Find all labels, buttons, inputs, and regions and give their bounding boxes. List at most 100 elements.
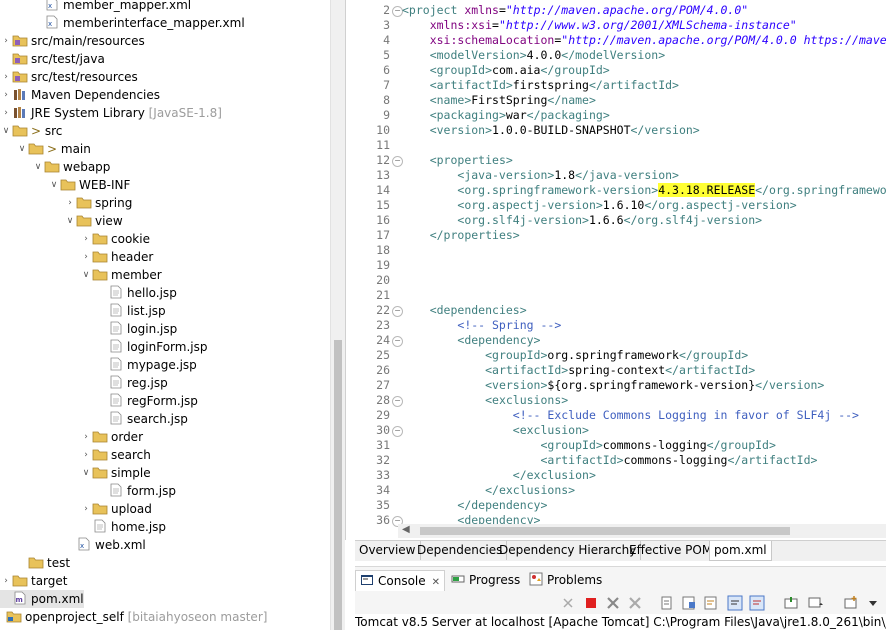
tree-item-pom-xml[interactable]: m pom.xml xyxy=(0,590,84,608)
tree-item-upload[interactable]: › upload xyxy=(80,500,152,518)
explorer-vertical-scrollbar[interactable] xyxy=(330,0,345,630)
expanded-twisty-icon[interactable]: ∨ xyxy=(80,464,92,482)
collapsed-twisty-icon[interactable]: › xyxy=(0,68,12,86)
code-line[interactable]: <packaging>war</packaging> xyxy=(402,108,610,123)
remove-launch-icon[interactable] xyxy=(560,595,576,611)
tree-item-hello-jsp[interactable]: hello.jsp xyxy=(96,284,177,302)
console-dropdown-icon[interactable] xyxy=(865,595,881,611)
code-line[interactable]: </exclusions> xyxy=(402,483,575,498)
close-tab-icon[interactable]: ✕ xyxy=(432,577,440,588)
view-tab-progress[interactable]: Progress xyxy=(447,570,524,590)
tree-item-web-inf[interactable]: ∨ WEB-INF xyxy=(48,176,131,194)
code-line[interactable]: <org.aspectj-version>1.6.10</org.aspectj… xyxy=(402,198,796,213)
editor-tab-pom-xml[interactable]: pom.xml xyxy=(709,541,772,561)
tree-item-loginform-jsp[interactable]: loginForm.jsp xyxy=(96,338,207,356)
tree-item-home-jsp[interactable]: home.jsp xyxy=(80,518,166,536)
code-line[interactable]: <dependency> xyxy=(402,333,540,348)
collapsed-twisty-icon[interactable]: › xyxy=(0,86,12,104)
tree-item-test[interactable]: test xyxy=(16,554,70,572)
tree-item-jre-system-library[interactable]: › JRE System Library [JavaSE-1.8] xyxy=(0,104,222,122)
code-line[interactable]: <java-version>1.8</java-version> xyxy=(402,168,679,183)
show-console-on-stderr-icon[interactable] xyxy=(749,595,765,611)
view-tab-problems[interactable]: Problems xyxy=(525,570,606,590)
expanded-twisty-icon[interactable]: ∨ xyxy=(16,140,28,158)
collapsed-twisty-icon[interactable]: › xyxy=(0,104,12,122)
open-console-icon[interactable] xyxy=(843,595,859,611)
tree-item-list-jsp[interactable]: list.jsp xyxy=(96,302,166,320)
tree-item-src-test-java[interactable]: src/test/java xyxy=(0,50,105,68)
editor-horizontal-scrollbar[interactable]: ◀ xyxy=(398,524,886,538)
code-line[interactable]: <name>FirstSpring</name> xyxy=(402,93,596,108)
clear-console-icon[interactable] xyxy=(659,595,675,611)
tree-item-reg-jsp[interactable]: reg.jsp xyxy=(96,374,168,392)
editor-scrollbar-thumb[interactable] xyxy=(420,527,790,535)
tree-item-regform-jsp[interactable]: regForm.jsp xyxy=(96,392,198,410)
code-line[interactable]: <artifactId>commons-logging</artifactId> xyxy=(402,453,817,468)
tree-item-src-main-resources[interactable]: › src/main/resources xyxy=(0,32,145,50)
collapsed-twisty-icon[interactable]: › xyxy=(80,428,92,446)
tree-item-search[interactable]: › search xyxy=(80,446,151,464)
tree-item-memberinterface-mapper-xml[interactable]: x memberinterface_mapper.xml xyxy=(32,14,245,32)
tree-item-view[interactable]: ∨ view xyxy=(64,212,123,230)
expanded-twisty-icon[interactable]: ∨ xyxy=(32,158,44,176)
remove-all-terminated-icon[interactable] xyxy=(627,595,643,611)
scroll-lock-icon[interactable] xyxy=(681,595,697,611)
code-line[interactable]: <exclusions> xyxy=(402,393,568,408)
expanded-twisty-icon[interactable]: ∨ xyxy=(64,212,76,230)
tree-item-main[interactable]: ∨ > main xyxy=(16,140,91,158)
editor-tab-dependencies[interactable]: Dependencies xyxy=(413,541,508,560)
display-selected-console-icon[interactable] xyxy=(807,595,823,611)
show-console-on-stdout-icon[interactable] xyxy=(727,595,743,611)
code-line[interactable]: <org.slf4j-version>1.6.6</org.slf4j-vers… xyxy=(402,213,762,228)
collapsed-twisty-icon[interactable]: › xyxy=(64,194,76,212)
tree-item-header[interactable]: › header xyxy=(80,248,153,266)
code-line[interactable]: <version>1.0.0-BUILD-SNAPSHOT</version> xyxy=(402,123,700,138)
code-line[interactable]: <!-- Spring --> xyxy=(402,318,561,333)
tree-item-src[interactable]: ∨ > src xyxy=(0,122,63,140)
pin-console-icon[interactable] xyxy=(783,595,799,611)
code-line[interactable]: <!-- Exclude Commons Logging in favor of… xyxy=(402,408,859,423)
editor-tab-dependency-hierarchy[interactable]: Dependency Hierarchy xyxy=(495,541,642,560)
pom-editor[interactable]: 2−3 4 5 6 7 8 9 10 11 12−13 14 15 16 17 18 19 20 21 22−23 2… xyxy=(345,0,886,540)
code-line[interactable]: <groupId>commons-logging</groupId> xyxy=(402,438,775,453)
code-line[interactable]: <dependencies> xyxy=(402,303,527,318)
collapsed-twisty-icon[interactable]: › xyxy=(80,500,92,518)
code-line[interactable]: <properties> xyxy=(402,153,513,168)
tree-item-order[interactable]: › order xyxy=(80,428,143,446)
remove-all-icon[interactable] xyxy=(605,595,621,611)
code-line[interactable]: <org.springframework-version>4.3.18.RELE… xyxy=(402,183,886,198)
editor-tab-overview[interactable]: Overview xyxy=(355,541,421,560)
tree-item-simple[interactable]: ∨ simple xyxy=(80,464,151,482)
expanded-twisty-icon[interactable]: ∨ xyxy=(0,122,12,140)
explorer-scrollbar-thumb[interactable] xyxy=(334,340,342,630)
expanded-twisty-icon[interactable]: ∨ xyxy=(48,176,60,194)
terminate-icon[interactable] xyxy=(583,595,599,611)
tree-item-mypage-jsp[interactable]: mypage.jsp xyxy=(96,356,197,374)
word-wrap-icon[interactable] xyxy=(703,595,719,611)
editor-tab-effective-pom[interactable]: Effective POM xyxy=(625,541,718,560)
collapsed-twisty-icon[interactable]: › xyxy=(80,446,92,464)
tree-item-member-mapper-xml[interactable]: x member_mapper.xml xyxy=(32,0,191,14)
code-line[interactable]: <artifactId>spring-context</artifactId> xyxy=(402,363,755,378)
tree-item-search-jsp[interactable]: search.jsp xyxy=(96,410,188,428)
expanded-twisty-icon[interactable]: ∨ xyxy=(80,266,92,284)
code-line[interactable]: <project xmlns="http://maven.apache.org/… xyxy=(402,3,748,18)
tree-item-spring[interactable]: › spring xyxy=(64,194,132,212)
code-line[interactable]: <groupId>com.aia</groupId> xyxy=(402,63,610,78)
tree-item-login-jsp[interactable]: login.jsp xyxy=(96,320,177,338)
tree-item-target[interactable]: › target xyxy=(0,572,67,590)
code-line[interactable]: <exclusion> xyxy=(402,423,589,438)
tree-item-openproject-self[interactable]: openproject_self [bitaiahyoseon master] xyxy=(6,608,267,626)
tree-item-cookie[interactable]: › cookie xyxy=(80,230,150,248)
code-line[interactable]: <groupId>org.springframework</groupId> xyxy=(402,348,748,363)
tree-item-member[interactable]: ∨ member xyxy=(80,266,162,284)
code-line[interactable]: xmlns:xsi="http://www.w3.org/2001/XMLSch… xyxy=(402,18,797,33)
tree-item-form-jsp[interactable]: form.jsp xyxy=(96,482,176,500)
collapsed-twisty-icon[interactable]: › xyxy=(80,230,92,248)
code-line[interactable]: <modelVersion>4.0.0</modelVersion> xyxy=(402,48,665,63)
tree-item-webapp[interactable]: ∨ webapp xyxy=(32,158,111,176)
view-tab-console[interactable]: Console ✕ xyxy=(355,570,446,591)
collapsed-twisty-icon[interactable]: › xyxy=(0,32,12,50)
collapsed-twisty-icon[interactable]: › xyxy=(0,572,12,590)
code-line[interactable]: <version>${org.springframework-version}<… xyxy=(402,378,824,393)
